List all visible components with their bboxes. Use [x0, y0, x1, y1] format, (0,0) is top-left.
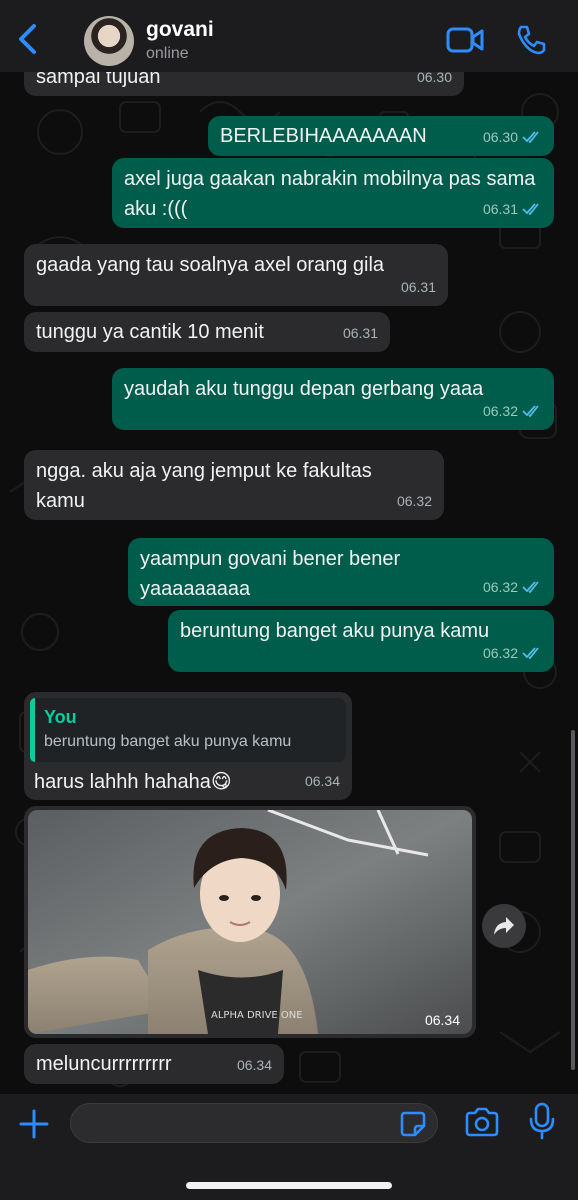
photo-image[interactable]: ALPHA DRIVE ONE 06.34 — [28, 810, 472, 1034]
message-time: 06.31 — [342, 325, 378, 341]
message-meta: 06.32 — [483, 572, 542, 602]
message-meta: 06.34 — [305, 766, 340, 796]
message-time: 06.34 — [424, 1012, 460, 1028]
double-check-icon — [522, 581, 539, 593]
double-check-icon — [522, 647, 539, 659]
quoted-message[interactable]: You beruntung banget aku punya kamu — [30, 698, 346, 762]
message-bubble-outgoing[interactable]: yaudah aku tunggu depan gerbang yaaa 06.… — [112, 368, 554, 430]
message-text: gaada yang tau soalnya axel orang gila — [36, 254, 385, 276]
double-check-icon — [522, 131, 539, 143]
message-bubble-outgoing[interactable]: yaampun govani bener bener yaaaaaaaaa 06… — [128, 538, 554, 606]
camera-icon[interactable] — [464, 1106, 500, 1138]
chat-header: govani online — [0, 0, 578, 72]
quote-text: beruntung banget aku punya kamu — [44, 733, 292, 750]
message-meta: 06.32 — [483, 638, 542, 668]
message-time: 06.34 — [236, 1057, 272, 1073]
message-bubble-incoming[interactable]: meluncurrrrrrrrr 06.34 — [24, 1044, 284, 1084]
message-meta: 06.32 — [483, 396, 542, 426]
chevron-left-icon[interactable] — [14, 22, 44, 56]
message-time: 06.31 — [482, 201, 518, 217]
double-check-icon — [522, 203, 539, 215]
message-text: yaampun govani bener bener yaaaaaaaaa — [140, 548, 401, 600]
message-bubble-outgoing[interactable]: beruntung banget aku punya kamu 06.32 — [168, 610, 554, 672]
message-time: 06.31 — [400, 279, 436, 295]
scrollbar[interactable] — [571, 730, 575, 1070]
microphone-icon[interactable] — [528, 1102, 556, 1140]
forward-button[interactable] — [482, 904, 526, 948]
message-text: yaudah aku tunggu depan gerbang yaaa — [124, 378, 484, 400]
message-text: tunggu ya cantik 10 menit — [36, 321, 264, 343]
message-time: 06.32 — [396, 493, 432, 509]
message-meta: 06.31 — [401, 272, 436, 302]
message-time: 06.30 — [482, 129, 518, 145]
message-text: axel juga gaakan nabrakin mobilnya pas s… — [124, 168, 536, 220]
plus-icon[interactable] — [18, 1108, 50, 1140]
double-check-icon — [522, 405, 539, 417]
video-camera-icon[interactable] — [446, 26, 484, 54]
message-meta: 06.30 — [483, 122, 542, 152]
phone-icon[interactable] — [514, 24, 546, 56]
message-text: ngga. aku aja yang jemput ke fakultas ka… — [36, 460, 372, 512]
message-time: 06.32 — [482, 403, 518, 419]
quote-author: You — [44, 707, 77, 727]
selfie-photo: ALPHA DRIVE ONE — [28, 810, 472, 1034]
message-bubble-incoming[interactable]: tunggu ya cantik 10 menit 06.31 — [24, 312, 390, 352]
message-meta: 06.31 — [343, 318, 378, 348]
message-meta: 06.34 — [237, 1050, 272, 1080]
sticker-icon[interactable] — [400, 1111, 426, 1137]
message-time: 06.32 — [482, 645, 518, 661]
message-bubble-incoming[interactable]: ngga. aku aja yang jemput ke fakultas ka… — [24, 450, 444, 520]
contact-status: online — [146, 45, 189, 62]
message-composer — [0, 1094, 578, 1200]
shirt-print: ALPHA DRIVE ONE — [211, 1010, 303, 1021]
message-time: 06.34 — [304, 773, 340, 789]
message-input[interactable] — [70, 1103, 438, 1143]
photo-message-bubble[interactable]: ALPHA DRIVE ONE 06.34 — [24, 806, 476, 1038]
message-bubble-outgoing[interactable]: BERLEBIHAAAAAAAN 06.30 — [208, 116, 554, 156]
message-time: 06.32 — [482, 579, 518, 595]
message-text: harus lahhh hahaha😋 — [34, 771, 232, 793]
message-bubble-incoming[interactable]: gaada yang tau soalnya axel orang gila 0… — [24, 244, 448, 306]
message-meta: 06.31 — [483, 194, 542, 224]
reply-message-bubble[interactable]: You beruntung banget aku punya kamu haru… — [24, 692, 352, 800]
contact-name[interactable]: govani — [146, 18, 214, 42]
forward-arrow-icon — [494, 917, 514, 935]
message-meta: 06.32 — [397, 486, 432, 516]
home-indicator[interactable] — [186, 1182, 392, 1189]
message-bubble-outgoing[interactable]: axel juga gaakan nabrakin mobilnya pas s… — [112, 158, 554, 228]
avatar[interactable] — [84, 16, 134, 66]
